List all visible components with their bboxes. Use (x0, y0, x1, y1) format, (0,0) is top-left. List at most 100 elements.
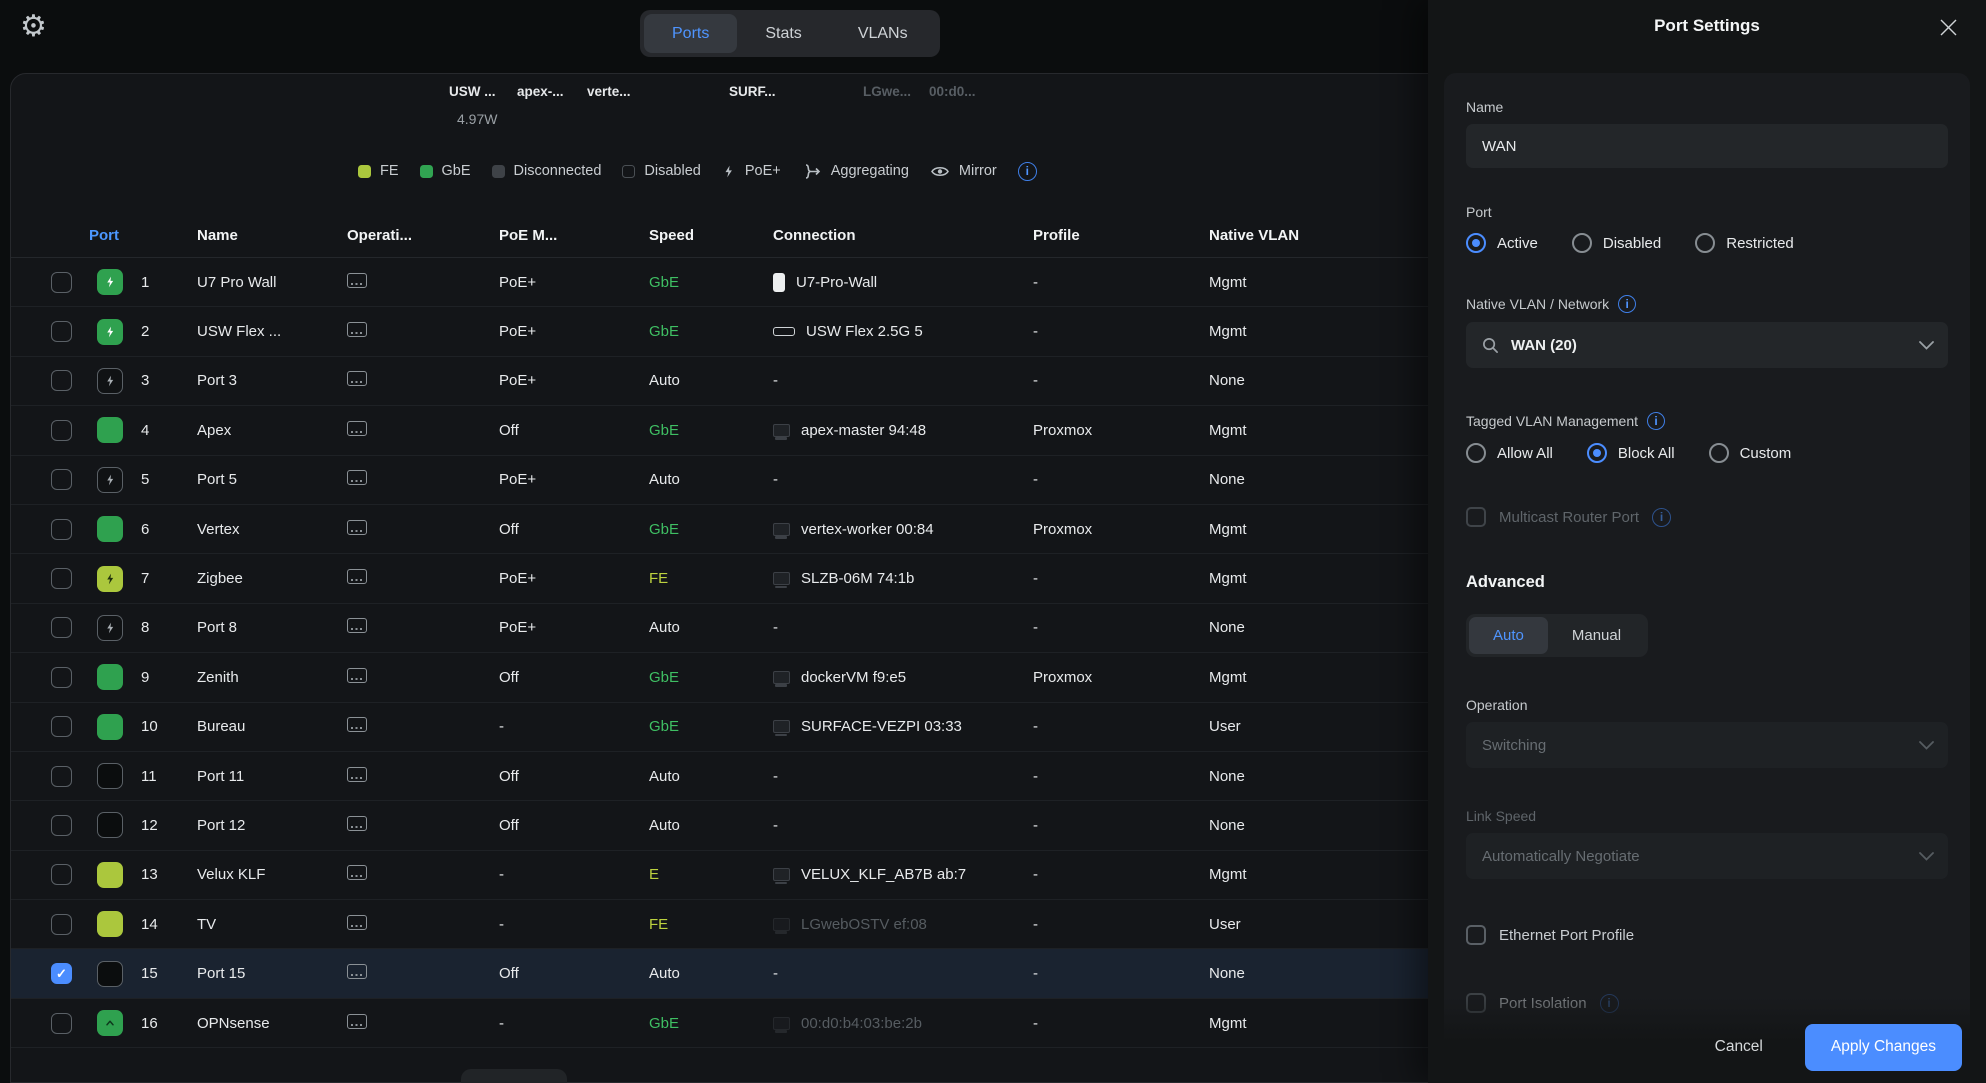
port-status-icon (97, 319, 123, 345)
chevron-down-icon (1919, 341, 1934, 350)
row-checkbox[interactable]: ✓ (51, 815, 72, 836)
row-checkbox[interactable]: ✓ (51, 963, 72, 984)
column-header-name[interactable]: Name (197, 227, 238, 244)
row-checkbox[interactable]: ✓ (51, 617, 72, 638)
native-vlan-info-icon[interactable]: i (1618, 295, 1636, 313)
port-device-label: LGwe... (863, 84, 911, 99)
row-checkbox[interactable]: ✓ (51, 766, 72, 787)
column-header-poe-mode[interactable]: PoE M... (499, 227, 557, 244)
profile-value: - (1033, 1015, 1209, 1032)
switch-device-icon (347, 915, 367, 930)
port-status-icon (97, 516, 123, 542)
poe-mode: PoE+ (499, 570, 649, 587)
poe-mode: - (499, 866, 649, 883)
apply-changes-button[interactable]: Apply Changes (1805, 1024, 1962, 1071)
column-header-native-vlan[interactable]: Native VLAN (1209, 227, 1299, 244)
segment-manual[interactable]: Manual (1548, 617, 1645, 654)
radio-block-all[interactable]: Block All (1587, 443, 1675, 463)
switch-device-icon (347, 618, 367, 633)
connection-icon (773, 273, 785, 292)
radio-dot (1466, 233, 1486, 253)
port-legend: FE GbE Disconnected Disabled PoE+ Aggreg… (358, 158, 1037, 184)
row-checkbox[interactable]: ✓ (51, 914, 72, 935)
native-vlan-select[interactable]: WAN (20) (1466, 322, 1948, 368)
column-header-connection[interactable]: Connection (773, 227, 856, 244)
row-checkbox[interactable]: ✓ (51, 272, 72, 293)
row-checkbox[interactable]: ✓ (51, 568, 72, 589)
settings-gear-icon[interactable]: ⚙ (20, 12, 47, 42)
row-checkbox[interactable]: ✓ (51, 864, 72, 885)
radio-custom[interactable]: Custom (1709, 443, 1792, 463)
port-name: Port 5 (197, 471, 347, 488)
poe-mode: Off (499, 422, 649, 439)
name-input[interactable]: WAN (1466, 124, 1948, 168)
legend-label: Disabled (644, 163, 700, 179)
profile-value: - (1033, 274, 1209, 291)
speed-value: Auto (649, 965, 773, 982)
port-name: OPNsense (197, 1015, 347, 1032)
row-checkbox[interactable]: ✓ (51, 420, 72, 441)
cancel-button[interactable]: Cancel (1715, 1038, 1763, 1056)
switch-device-icon (347, 767, 367, 782)
radio-dot (1695, 233, 1715, 253)
switch-device-icon (347, 470, 367, 485)
profile-value: - (1033, 817, 1209, 834)
radio-disabled[interactable]: Disabled (1572, 233, 1661, 253)
radio-dot (1709, 443, 1729, 463)
speed-value: Auto (649, 817, 773, 834)
switch-device-icon (347, 717, 367, 732)
row-checkbox[interactable]: ✓ (51, 321, 72, 342)
profile-value: - (1033, 570, 1209, 587)
column-header-profile[interactable]: Profile (1033, 227, 1080, 244)
column-header-port[interactable]: Port (89, 227, 119, 244)
row-checkbox[interactable]: ✓ (51, 1013, 72, 1034)
radio-allow-all[interactable]: Allow All (1466, 443, 1553, 463)
port-status-icon (97, 566, 123, 592)
search-icon (1482, 337, 1499, 354)
tagged-vlan-info-icon[interactable]: i (1647, 412, 1665, 430)
ethernet-port-profile-checkbox[interactable]: Ethernet Port Profile (1466, 925, 1948, 945)
row-checkbox[interactable]: ✓ (51, 667, 72, 688)
radio-restricted[interactable]: Restricted (1695, 233, 1794, 253)
operation-label: Operation (1466, 697, 1948, 713)
connection-icon (773, 523, 790, 536)
port-device-label: USW ... (449, 84, 496, 99)
port-status-icon (97, 368, 123, 394)
connection-name: - (773, 372, 778, 389)
column-header-speed[interactable]: Speed (649, 227, 694, 244)
connection-name: dockerVM f9:e5 (801, 669, 906, 686)
profile-value: Proxmox (1033, 422, 1209, 439)
row-checkbox[interactable]: ✓ (51, 370, 72, 391)
close-icon[interactable] (1939, 18, 1958, 42)
radio-active[interactable]: Active (1466, 233, 1538, 253)
port-name: Port 8 (197, 619, 347, 636)
row-checkbox[interactable]: ✓ (51, 519, 72, 540)
pagination-pill[interactable] (461, 1069, 567, 1083)
profile-value: Proxmox (1033, 669, 1209, 686)
column-header-operation[interactable]: Operati... (347, 227, 412, 244)
tagged-vlan-radio-group: Allow All Block All Custom (1466, 443, 1948, 463)
row-checkbox[interactable]: ✓ (51, 716, 72, 737)
segment-auto[interactable]: Auto (1469, 617, 1548, 654)
profile-value: - (1033, 619, 1209, 636)
port-settings-card: Name WAN Port Active Disabled Restricted… (1444, 73, 1970, 1083)
legend-label: GbE (442, 163, 471, 179)
tab-ports[interactable]: Ports (644, 14, 737, 53)
port-number: 3 (131, 372, 197, 389)
tab-stats[interactable]: Stats (737, 14, 829, 53)
poe-mode: - (499, 1015, 649, 1032)
port-status-icon (97, 862, 123, 888)
profile-value: - (1033, 372, 1209, 389)
disconnected-swatch (492, 165, 505, 178)
speed-value: FE (649, 916, 773, 933)
port-name: Vertex (197, 521, 347, 538)
legend-info-icon[interactable]: i (1018, 162, 1037, 181)
speed-value: Auto (649, 471, 773, 488)
port-number: 4 (131, 422, 197, 439)
port-status-icon (97, 417, 123, 443)
tab-vlans[interactable]: VLANs (830, 14, 936, 53)
switch-device-icon (347, 520, 367, 535)
poe-mode: Off (499, 817, 649, 834)
port-name: USW Flex ... (197, 323, 347, 340)
row-checkbox[interactable]: ✓ (51, 469, 72, 490)
